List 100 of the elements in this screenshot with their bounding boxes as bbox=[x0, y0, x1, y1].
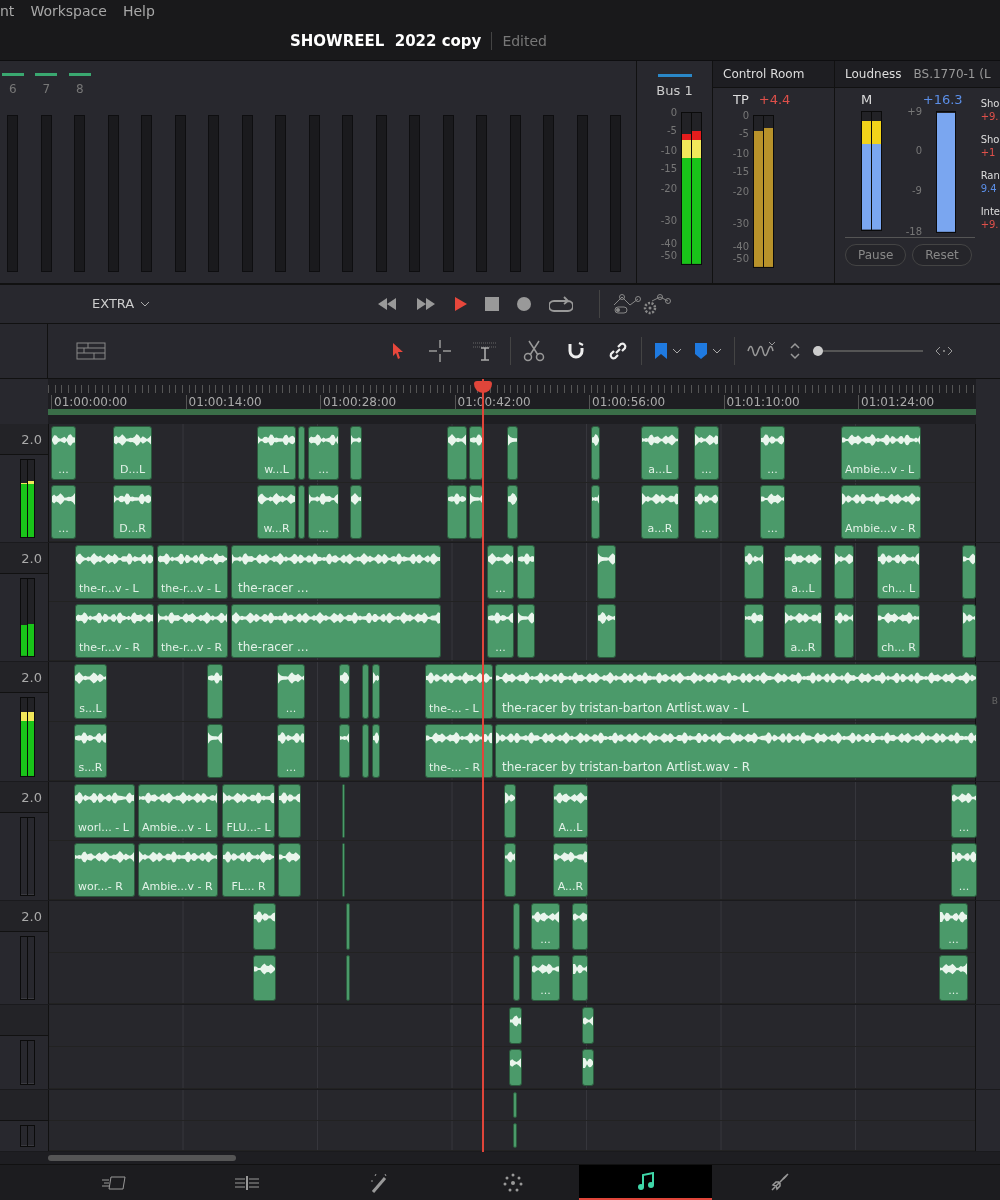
audio-clip[interactable]: D...L bbox=[113, 426, 152, 481]
reading-value: +9. bbox=[980, 110, 1000, 122]
audio-clip[interactable]: ... bbox=[939, 903, 968, 950]
audio-clip[interactable]: the-... - L bbox=[425, 664, 493, 719]
scale-label: -40 bbox=[732, 240, 749, 252]
audio-clip[interactable]: a...R bbox=[641, 485, 679, 540]
audio-clip[interactable]: the-racer ... bbox=[231, 545, 441, 600]
channel-number: 8 bbox=[75, 81, 84, 96]
audio-clip[interactable]: ... bbox=[531, 954, 560, 1002]
menu-item[interactable]: Help bbox=[122, 2, 155, 19]
audio-clip[interactable]: Ambie...v - L bbox=[138, 784, 218, 839]
audio-clip[interactable]: ch... R bbox=[877, 604, 920, 659]
clip-name: the-r...v - R bbox=[78, 641, 142, 655]
panel-title: Loudness bbox=[845, 66, 902, 81]
audio-clip[interactable]: a...L bbox=[784, 545, 822, 600]
audio-clip[interactable]: the-racer by tristan-barton Artlist.wav - R bbox=[495, 723, 977, 779]
clip-name: A...L bbox=[557, 821, 584, 835]
clip-name: ... bbox=[57, 522, 70, 536]
audio-clip[interactable]: ... bbox=[951, 843, 977, 898]
audio-clip[interactable]: a...R bbox=[784, 604, 822, 659]
channel-number: 6 bbox=[8, 81, 17, 96]
clip-name: a...L bbox=[647, 463, 673, 477]
audio-clip[interactable]: the-r...v - L bbox=[75, 545, 154, 600]
audio-clip[interactable]: the-r...v - L bbox=[157, 545, 228, 600]
clip-name: the-racer by tristan-barton Artlist.wav - R bbox=[501, 760, 751, 775]
channel-format: 2.0 bbox=[21, 789, 42, 805]
audio-clip[interactable]: ... bbox=[939, 954, 968, 1002]
audio-clip[interactable]: w...R bbox=[257, 485, 296, 540]
loudness-button[interactable]: Reset bbox=[912, 243, 972, 266]
audio-clip[interactable]: ... bbox=[308, 485, 339, 540]
audio-clip[interactable]: s...L bbox=[74, 664, 107, 719]
audio-clip[interactable]: D...R bbox=[113, 485, 152, 540]
audio-clip[interactable]: s...R bbox=[74, 723, 107, 779]
audio-clip[interactable]: ... bbox=[531, 903, 560, 950]
audio-clip[interactable]: A...L bbox=[553, 784, 588, 839]
audio-clip[interactable]: A...R bbox=[553, 843, 588, 898]
track-header[interactable]: 2.0 bbox=[0, 662, 48, 694]
track-header[interactable]: 2.0 bbox=[0, 543, 48, 575]
audio-clip[interactable]: the-r...v - R bbox=[157, 604, 228, 659]
audio-clip[interactable]: ... bbox=[760, 426, 785, 481]
scale-label: -10 bbox=[660, 144, 677, 156]
reading-label: Ran bbox=[980, 169, 1000, 181]
audio-clip[interactable]: FLU...- L bbox=[222, 784, 275, 839]
clip-name: a...L bbox=[790, 582, 816, 596]
clip-name: the-... - L bbox=[428, 701, 480, 715]
audio-clip[interactable]: the-racer ... bbox=[231, 604, 441, 659]
scale-label: -30 bbox=[732, 217, 749, 229]
scale-label: -5 bbox=[667, 124, 677, 136]
menu-item[interactable]: Workspace bbox=[30, 2, 107, 19]
audio-clip[interactable]: a...L bbox=[641, 426, 679, 481]
audio-clip[interactable]: ... bbox=[277, 723, 305, 779]
bin-dropdown[interactable]: EXTRA bbox=[92, 296, 151, 312]
track-header[interactable]: 2.0 bbox=[0, 782, 48, 814]
scale-label: 0 bbox=[915, 144, 922, 156]
clip-name: Ambie...v - L bbox=[844, 463, 916, 477]
tp-label: TP bbox=[733, 91, 749, 107]
scale-label: -15 bbox=[660, 162, 677, 174]
audio-clip[interactable]: the-racer by tristan-barton Artlist.wav - L bbox=[495, 664, 977, 719]
clip-name: s...R bbox=[77, 761, 104, 775]
loudness-button[interactable]: Pause bbox=[845, 243, 907, 266]
audio-clip[interactable]: Ambie...v - R bbox=[138, 843, 218, 898]
audio-clip[interactable]: ... bbox=[277, 664, 305, 719]
audio-clip[interactable]: Ambie...v - L bbox=[841, 426, 921, 481]
audio-clip[interactable]: ch... L bbox=[877, 545, 920, 600]
scale-label: -5 bbox=[739, 127, 749, 139]
side-panel-label: B bbox=[991, 696, 998, 707]
audio-clip[interactable]: wor...- R bbox=[74, 843, 135, 898]
project-title: SHOWREEL 2022 copy bbox=[290, 31, 493, 50]
clip-name: ... bbox=[766, 463, 779, 477]
clip-name: ... bbox=[284, 761, 298, 775]
clip-name: ch... L bbox=[880, 582, 917, 596]
menu-item[interactable]: nt bbox=[0, 2, 15, 19]
clip-name: the-racer by tristan-barton Artlist.wav - L bbox=[501, 700, 750, 715]
audio-clip[interactable]: the-r...v - R bbox=[75, 604, 154, 659]
scale-label: -18 bbox=[905, 225, 922, 237]
audio-clip[interactable]: ... bbox=[951, 784, 977, 839]
clip-name: s...L bbox=[78, 701, 103, 715]
audio-clip[interactable]: worl... - L bbox=[74, 784, 135, 839]
audio-clip[interactable]: FL... R bbox=[222, 843, 275, 898]
audio-clip[interactable]: ... bbox=[487, 545, 514, 600]
reading-value: 9.4 bbox=[980, 182, 998, 194]
audio-clip[interactable]: ... bbox=[308, 426, 339, 481]
audio-clip[interactable]: ... bbox=[694, 426, 719, 481]
track-header[interactable]: 2.0 bbox=[0, 424, 48, 456]
audio-clip[interactable]: w...L bbox=[257, 426, 296, 481]
clip-name: ... bbox=[284, 701, 298, 715]
scale-label: -20 bbox=[732, 185, 749, 197]
audio-clip[interactable]: ... bbox=[760, 485, 785, 540]
tp-value: +4.4 bbox=[758, 91, 791, 107]
audio-clip[interactable]: the-... - R bbox=[425, 723, 493, 779]
track-header[interactable]: 2.0 bbox=[0, 901, 48, 933]
clip-name: Ambie...v - R bbox=[141, 880, 214, 894]
audio-clip[interactable]: Ambie...v - R bbox=[841, 485, 921, 540]
channel-format: 2.0 bbox=[21, 550, 42, 566]
audio-clip[interactable]: ... bbox=[51, 485, 76, 540]
audio-clip[interactable]: ... bbox=[51, 426, 76, 481]
audio-clip[interactable]: ... bbox=[487, 604, 514, 659]
clip-name: ch... R bbox=[880, 641, 917, 655]
audio-clip[interactable]: ... bbox=[694, 485, 719, 540]
reading-label: Sho bbox=[980, 133, 1000, 145]
